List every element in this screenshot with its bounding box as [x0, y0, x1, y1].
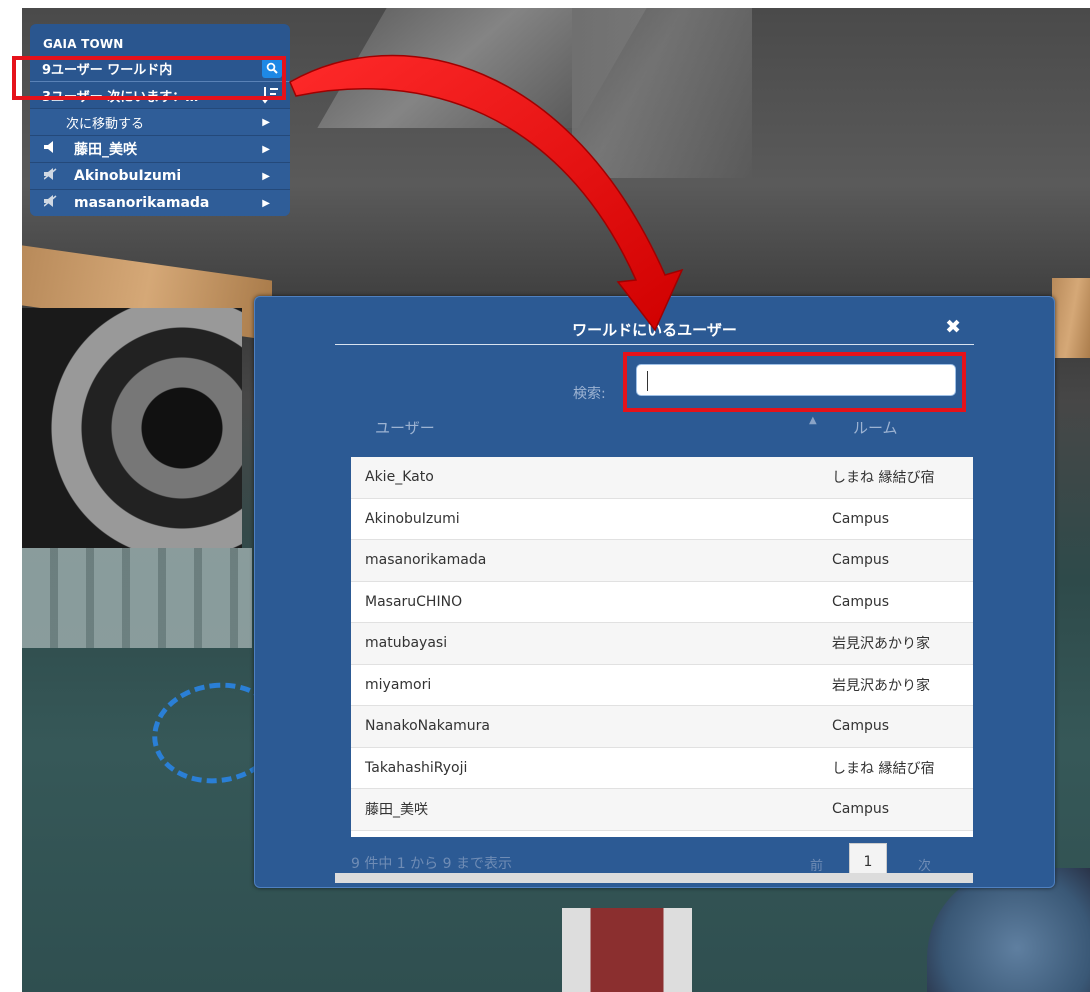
person-item[interactable]: masanorikamada ▶ [30, 189, 290, 216]
table-info: 9 件中 1 から 9 まで表示 [351, 856, 512, 872]
table-row[interactable]: matubayasi 岩見沢あかり家 [351, 623, 973, 665]
table-row[interactable]: TakahashiRyoji しまね 縁結び宿 [351, 748, 973, 789]
prev-page-link[interactable]: 前 [810, 855, 823, 874]
table-row[interactable]: NanakoNakamura Campus [351, 706, 973, 748]
chevron-right-icon: ▶ [262, 143, 270, 155]
user-cell: Akie_Kato [365, 469, 434, 486]
search-label: 検索: [573, 386, 606, 402]
room-cell: Campus [832, 552, 890, 569]
room-cell: Campus [832, 801, 890, 818]
users-table: Akie_Kato しまね 縁結び宿 AkinobuIzumi Campus mas… [351, 457, 973, 837]
user-cell: MasaruCHINO [365, 593, 463, 610]
move-to-item[interactable]: 次に移動する ▶ [30, 108, 290, 135]
room-cell: しまね 縁結び宿 [832, 470, 935, 487]
move-to-label: 次に移動する [66, 116, 145, 132]
wooden-wall [1052, 278, 1090, 358]
column-header-room[interactable]: ルーム [853, 417, 898, 438]
chairs [22, 548, 252, 648]
person-name: masanorikamada [74, 195, 210, 211]
table-row[interactable]: 藤田_美咲 Campus [351, 789, 973, 831]
divider [335, 344, 974, 345]
person-item[interactable]: 藤田_美咲 ▶ [30, 135, 290, 162]
table-row[interactable]: MasaruCHINO Campus [351, 582, 973, 623]
highlight-box [12, 56, 286, 100]
ceiling-beam [572, 8, 752, 178]
chevron-right-icon: ▶ [262, 170, 270, 182]
speaker-icon[interactable] [44, 141, 64, 157]
highlight-box [623, 352, 966, 412]
table-row[interactable]: Akie_Kato しまね 縁結び宿 [351, 457, 973, 499]
dialog-title: ワールドにいるユーザー [572, 321, 737, 339]
table-row[interactable]: miyamori 岩見沢あかり家 [351, 665, 973, 706]
room-cell: Campus [832, 718, 890, 735]
speaker-muted-icon[interactable] [43, 168, 64, 184]
chevron-right-icon: ▶ [262, 197, 270, 209]
close-icon[interactable]: ✖ [945, 316, 961, 338]
room-cell: Campus [832, 593, 890, 610]
people-menu: GAIA TOWN 9ユーザー ワールド内 3ユーザー 次にいます：… 次に移動… [30, 24, 290, 216]
room-cell: 岩見沢あかり家 [832, 636, 930, 653]
chevron-right-icon: ▶ [262, 116, 270, 128]
horizontal-scrollbar[interactable] [335, 873, 973, 883]
user-cell: AkinobuIzumi [365, 510, 460, 527]
user-cell: 藤田_美咲 [365, 802, 428, 819]
person-name: 藤田_美咲 [74, 142, 137, 158]
user-cell: TakahashiRyoji [365, 759, 468, 776]
person-item[interactable]: AkinobuIzumi ▶ [30, 162, 290, 189]
avatar [562, 908, 692, 992]
sort-asc-icon[interactable]: ▲ [809, 415, 817, 426]
room-cell: 岩見沢あかり家 [832, 677, 930, 694]
table-row[interactable]: masanorikamada Campus [351, 540, 973, 582]
next-page-link[interactable]: 次 [918, 855, 931, 874]
room-cell: しまね 縁結び宿 [832, 760, 935, 777]
user-cell: miyamori [365, 676, 432, 693]
user-cell: NanakoNakamura [365, 718, 491, 735]
speaker-muted-icon[interactable] [43, 195, 64, 211]
column-header-user[interactable]: ユーザー [375, 417, 435, 438]
user-cell: masanorikamada [365, 552, 487, 569]
app-title: GAIA TOWN [43, 37, 124, 51]
table-row[interactable]: AkinobuIzumi Campus [351, 499, 973, 540]
room-cell: Campus [832, 510, 890, 527]
artwork-panel [22, 308, 242, 548]
user-cell: matubayasi [365, 635, 448, 652]
person-name: AkinobuIzumi [74, 168, 182, 184]
